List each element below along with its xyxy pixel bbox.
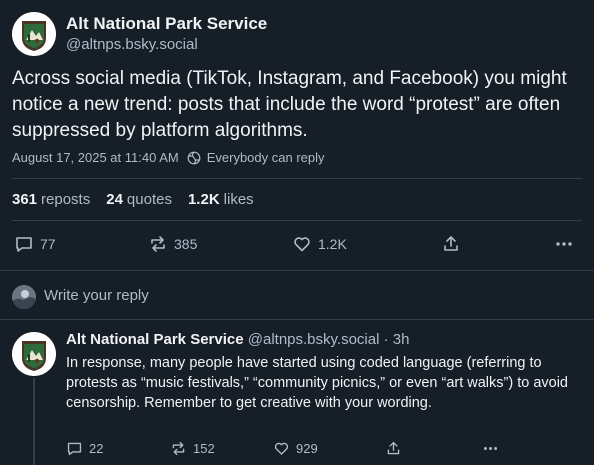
more-icon [556,242,572,246]
nps-logo-icon [12,12,56,56]
reply-like-count: 929 [296,441,318,456]
heart-icon [294,237,310,252]
repost-count: 385 [174,236,198,252]
author-handle[interactable]: @altnps.bsky.social [66,36,198,53]
post-text: Across social media (TikTok, Instagram, … [12,68,567,141]
reply-text: In response, many people have started us… [66,355,568,411]
reply-composer[interactable]: Write your reply [0,270,594,320]
reply-repost-button[interactable]: 152 [170,440,215,457]
reply-like-button[interactable]: 929 [273,440,318,457]
reply-setting[interactable]: Everybody can reply [207,150,325,165]
comment-icon [67,442,82,456]
separator: · [383,331,389,348]
thread-line [33,378,35,465]
reply-reply-button[interactable]: 22 [66,440,103,457]
reply-count: 77 [40,236,56,252]
author-avatar[interactable] [12,12,56,56]
repost-icon [151,236,165,252]
reply-author-name[interactable]: Alt National Park Service [66,331,244,348]
post-meta: August 17, 2025 at 11:40 AM Everybody ca… [12,150,325,165]
reply-share-button[interactable] [385,440,408,457]
comment-icon [16,237,32,252]
divider [12,220,582,221]
reply-more-button[interactable] [482,440,505,457]
post-stats: 361 reposts 24 quotes 1.2K likes [12,191,270,208]
user-avatar [12,285,36,309]
likes-stat[interactable]: 1.2K likes [188,191,254,208]
reply-repost-count: 152 [193,441,215,456]
more-options-button[interactable] [554,234,580,254]
reply-time[interactable]: 3h [393,331,410,348]
repost-button[interactable]: 385 [148,234,197,254]
repost-icon [172,441,185,456]
share-icon [444,236,458,251]
heart-icon [274,442,289,455]
share-icon [387,441,400,455]
reply-header: Alt National Park Service @altnps.bsky.s… [66,331,409,348]
globe-icon [187,151,201,165]
like-button[interactable]: 1.2K [292,234,347,254]
reply-author-avatar[interactable] [12,332,56,376]
more-icon [483,447,498,450]
author-name[interactable]: Alt National Park Service [66,14,267,34]
reposts-stat[interactable]: 361 reposts [12,191,90,208]
reply-reply-count: 22 [89,441,104,456]
reply-button[interactable]: 77 [14,234,56,254]
share-button[interactable] [441,234,467,254]
divider [12,178,582,179]
reply-input[interactable]: Write your reply [44,287,149,304]
post-timestamp[interactable]: August 17, 2025 at 11:40 AM [12,150,179,165]
quotes-stat[interactable]: 24 quotes [106,191,172,208]
like-count: 1.2K [318,236,347,252]
nps-logo-icon [12,332,56,376]
reply-author-handle[interactable]: @altnps.bsky.social [248,331,380,348]
post-thread: Alt National Park Service @altnps.bsky.s… [0,0,594,465]
